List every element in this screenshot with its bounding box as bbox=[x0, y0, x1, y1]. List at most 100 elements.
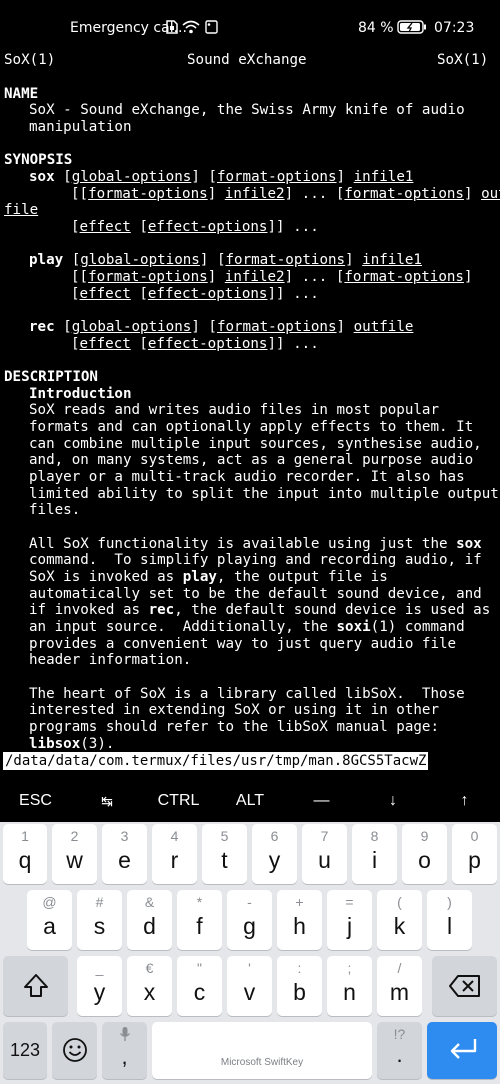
sox-command: sox bbox=[456, 536, 482, 552]
description-line: limited ability to split the input into … bbox=[29, 486, 499, 502]
key-hint: ) bbox=[447, 894, 452, 910]
description-text: if invoked as bbox=[29, 602, 149, 618]
arrow-up-key[interactable]: ↑ bbox=[429, 784, 500, 820]
key-hint: @ bbox=[42, 894, 57, 910]
key-b[interactable]: :b bbox=[277, 956, 322, 1016]
key-label: n bbox=[343, 979, 356, 1005]
key-o[interactable]: 9o bbox=[402, 824, 447, 884]
key-s[interactable]: # s bbox=[77, 890, 122, 950]
terminal-view[interactable]: SoX(1) Sound eXchange SoX(1) NAME SoX - So… bbox=[0, 50, 500, 772]
status-bar: Emergency cal... 84 % 07:23 bbox=[0, 0, 500, 48]
rec-command: rec bbox=[148, 602, 175, 618]
numbers-key[interactable]: 123 bbox=[3, 1022, 47, 1079]
key-hint: 4 bbox=[170, 828, 179, 844]
backspace-key[interactable] bbox=[432, 956, 497, 1016]
key-g[interactable]: -g bbox=[227, 890, 272, 950]
key-y-row3[interactable]: _ y bbox=[77, 956, 122, 1016]
key-d[interactable]: & d bbox=[127, 890, 172, 950]
effect-options-link: effect-options bbox=[147, 336, 268, 352]
key-hint: 3 bbox=[120, 828, 129, 844]
key-j[interactable]: = j bbox=[327, 890, 372, 950]
key-label: g bbox=[243, 913, 256, 939]
key-label: o bbox=[418, 847, 431, 873]
ctrl-key[interactable]: CTRL bbox=[143, 784, 214, 820]
enter-key[interactable] bbox=[427, 1022, 497, 1079]
key-hint: - bbox=[247, 894, 252, 910]
effect-link: effect bbox=[79, 219, 131, 235]
esc-key[interactable]: ESC bbox=[0, 784, 71, 820]
key-f[interactable]: * f bbox=[177, 890, 222, 950]
dash-key[interactable]: — bbox=[286, 784, 357, 820]
key-label: w bbox=[66, 847, 83, 873]
comma-mic-key[interactable]: , bbox=[102, 1022, 147, 1079]
format-options-link: format-options bbox=[216, 319, 337, 335]
emoji-icon bbox=[62, 1037, 88, 1068]
key-m[interactable]: / m bbox=[377, 956, 422, 1016]
section-description-heading: DESCRIPTION bbox=[4, 369, 98, 385]
key-t[interactable]: 5t bbox=[202, 824, 247, 884]
key-w[interactable]: 2w bbox=[52, 824, 97, 884]
man-header-right: SoX(1) bbox=[437, 52, 489, 68]
key-r[interactable]: 4r bbox=[152, 824, 197, 884]
soxi-command: soxi bbox=[336, 619, 371, 635]
description-text: (1) command bbox=[370, 619, 465, 635]
key-c[interactable]: " c bbox=[177, 956, 222, 1016]
synopsis-rec-line: rec [global-options] [format-options] ou… bbox=[29, 319, 414, 335]
key-label: j bbox=[346, 913, 353, 939]
key-i[interactable]: 8i bbox=[352, 824, 397, 884]
period-key[interactable]: !? . bbox=[377, 1022, 422, 1079]
tab-key[interactable]: ↹ bbox=[71, 784, 143, 820]
key-e[interactable]: 3e bbox=[102, 824, 147, 884]
numbers-key-label: 123 bbox=[9, 1040, 41, 1060]
key-hint: 9 bbox=[420, 828, 429, 844]
key-hint: 8 bbox=[370, 828, 379, 844]
key-hint: & bbox=[144, 894, 155, 910]
sim-icon bbox=[166, 20, 178, 38]
description-line: header information. bbox=[29, 652, 192, 668]
description-line: All SoX functionality is available using… bbox=[29, 536, 482, 553]
format-options-link: format-options bbox=[88, 186, 208, 202]
key-v[interactable]: ' v bbox=[227, 956, 272, 1016]
libsox-link: libsox bbox=[29, 736, 81, 752]
global-options-link: global-options bbox=[80, 252, 200, 268]
emoji-key[interactable] bbox=[52, 1022, 97, 1079]
clock: 07:23 bbox=[434, 20, 475, 36]
description-text: , the output file is bbox=[216, 569, 388, 585]
key-y[interactable]: 6y bbox=[252, 824, 297, 884]
description-line: can combine multiple input sources, synt… bbox=[29, 436, 482, 452]
key-label: d bbox=[143, 913, 156, 939]
enter-icon bbox=[445, 1036, 479, 1069]
key-hint: ' bbox=[248, 960, 251, 976]
key-hint: " bbox=[197, 960, 202, 976]
spacebar[interactable]: Microsoft SwiftKey bbox=[152, 1022, 372, 1079]
key-n[interactable]: ; n bbox=[327, 956, 372, 1016]
wifi-icon bbox=[182, 20, 200, 38]
synopsis-play-line: [effect [effect-options]] ... bbox=[71, 286, 319, 302]
key-a[interactable]: @ a bbox=[27, 890, 72, 950]
description-text: SoX is invoked as bbox=[29, 569, 183, 585]
sox-command: sox bbox=[29, 169, 55, 185]
infile2-link: infile2 bbox=[224, 269, 285, 285]
key-x[interactable]: € x bbox=[127, 956, 172, 1016]
key-h[interactable]: + h bbox=[277, 890, 322, 950]
key-k[interactable]: (k bbox=[377, 890, 422, 950]
description-line: interested in extending SoX or using it … bbox=[29, 702, 439, 718]
key-hint: ; bbox=[347, 960, 352, 976]
swiftkey-keyboard: 1q 2w 3e 4r 5t 6y 7u 8i 9o 0p @ a # s & d *… bbox=[0, 822, 500, 1084]
arrow-down-key[interactable]: ↓ bbox=[357, 784, 429, 820]
section-name-heading: NAME bbox=[4, 86, 39, 102]
key-u[interactable]: 7u bbox=[302, 824, 347, 884]
key-l[interactable]: ) l bbox=[427, 890, 472, 950]
key-label: y bbox=[93, 979, 106, 1005]
shift-key[interactable] bbox=[3, 956, 68, 1016]
key-q[interactable]: 1q bbox=[3, 824, 47, 884]
key-label: p bbox=[468, 847, 481, 873]
key-hint: = bbox=[345, 894, 354, 910]
effect-link: effect bbox=[79, 336, 131, 352]
key-p[interactable]: 0p bbox=[452, 824, 497, 884]
key-label: m bbox=[389, 979, 410, 1005]
synopsis-sox-line: [effect [effect-options]] ... bbox=[71, 219, 319, 235]
synopsis-play-line: [[format-options] infile2] ... [format-o… bbox=[71, 269, 473, 285]
format-options-link: format-options bbox=[225, 252, 346, 268]
alt-key[interactable]: ALT bbox=[214, 784, 286, 820]
